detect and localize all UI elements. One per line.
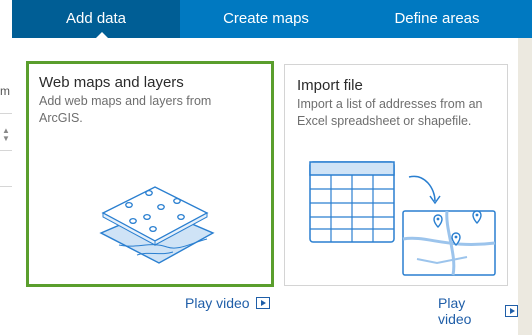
play-video-label: Play video [438, 295, 472, 327]
background-text-fragment: m [0, 84, 10, 98]
top-nav-bar: Add data Create maps Define areas [12, 0, 532, 38]
tab-label: Add data [65, 10, 127, 27]
play-video-label: Play video [185, 295, 250, 311]
divider [0, 150, 12, 151]
play-video-link[interactable]: Play video [438, 295, 518, 327]
play-icon [504, 305, 518, 317]
card-web-maps-and-layers[interactable]: Web maps and layers Add web maps and lay… [26, 61, 274, 287]
map-layers-icon [99, 186, 215, 264]
card-title: Web maps and layers [39, 74, 184, 91]
card-description: Import a list of addresses from an Excel… [297, 97, 483, 128]
add-data-panel: Web maps and layers Add web maps and lay… [12, 38, 518, 335]
card-title: Import file [297, 77, 363, 94]
spreadsheet-to-map-icon [309, 161, 496, 276]
play-video-link[interactable]: Play video [185, 295, 270, 311]
sort-arrows-icon: ▲ ▼ [2, 126, 10, 143]
tab-add-data[interactable]: Add data [12, 0, 180, 38]
divider [0, 113, 12, 114]
tab-define-areas[interactable]: Define areas [352, 0, 522, 38]
tab-create-maps[interactable]: Create maps [180, 0, 352, 38]
card-description: Add web maps and layers from ArcGIS. [39, 94, 212, 125]
tab-label: Define areas [394, 10, 480, 27]
card-import-file[interactable]: Import file Import a list of addresses f… [284, 64, 508, 286]
background-map [518, 38, 532, 335]
divider [0, 186, 12, 187]
tab-label: Create maps [223, 10, 309, 27]
play-icon [255, 297, 270, 309]
